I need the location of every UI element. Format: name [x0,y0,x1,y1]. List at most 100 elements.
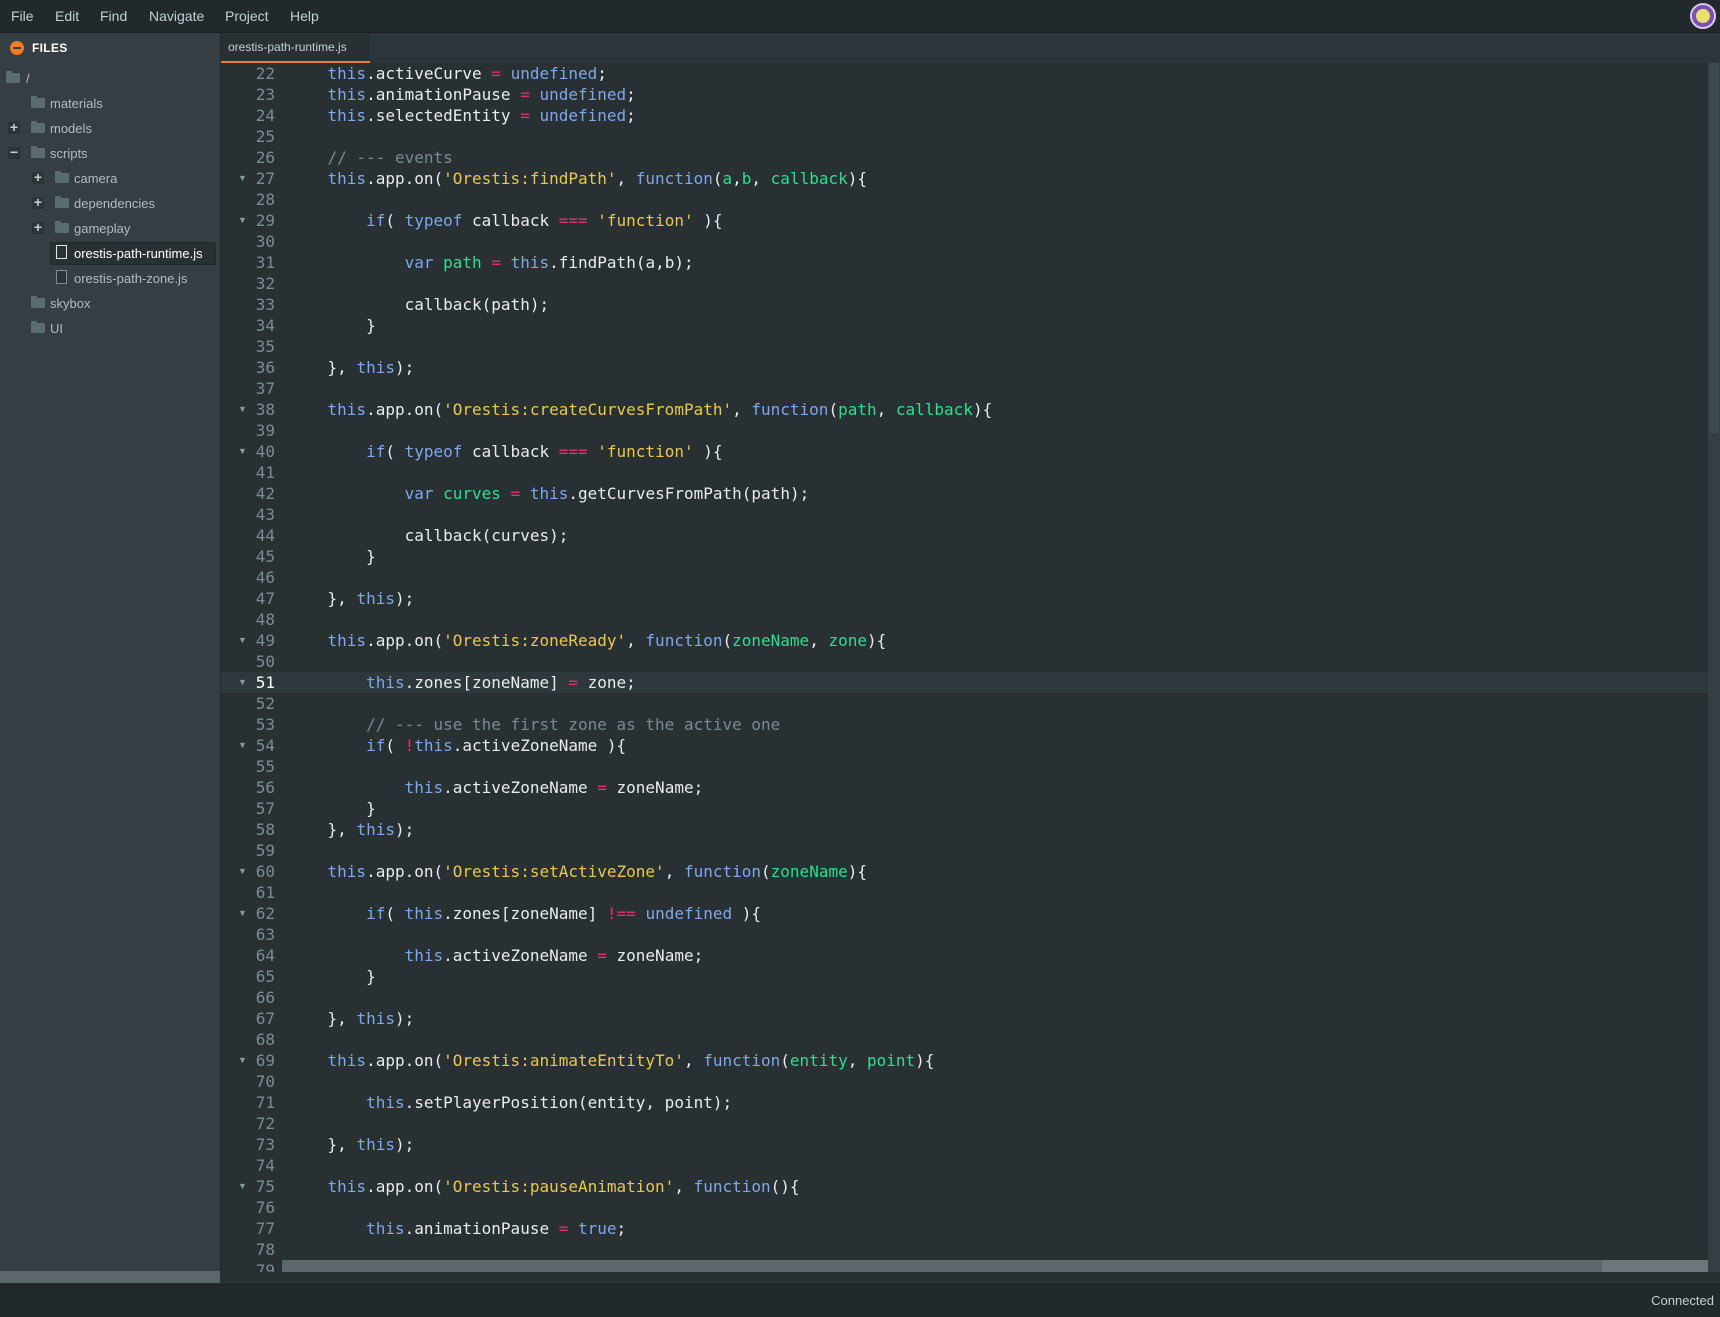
code-line[interactable]: 46 [221,567,1708,588]
fold-arrow-icon[interactable]: ▼ [238,399,247,420]
code-line[interactable]: 57 } [221,798,1708,819]
code-line[interactable]: 39 [221,420,1708,441]
code-line[interactable]: 65 } [221,966,1708,987]
code-line[interactable]: 34 } [221,315,1708,336]
code-line[interactable]: ▼ 51 this.zones[zoneName] = zone; [221,672,1708,693]
code-line[interactable]: 59 [221,840,1708,861]
code-line[interactable]: 55 [221,756,1708,777]
code-editor[interactable]: 22 this.activeCurve = undefined; 23 this.… [221,63,1720,1272]
code-line[interactable]: 66 [221,987,1708,1008]
code-line[interactable]: 30 [221,231,1708,252]
expand-icon[interactable]: + [32,170,44,184]
collapse-panel-icon[interactable] [10,41,24,55]
code-line[interactable]: 26 // --- events [221,147,1708,168]
code-line[interactable]: 74 [221,1155,1708,1176]
code-line[interactable]: 67 }, this); [221,1008,1708,1029]
code-line[interactable]: 43 [221,504,1708,525]
menu-project[interactable]: Project [225,0,269,32]
vertical-scrollbar-thumb[interactable] [1709,63,1719,433]
code-line[interactable]: 23 this.animationPause = undefined; [221,84,1708,105]
tree-item-ui[interactable]: UI [0,316,220,341]
code-line[interactable]: 78 [221,1239,1708,1260]
tree-item-scripts[interactable]: − scripts [0,141,220,166]
fold-arrow-icon[interactable]: ▼ [238,672,247,693]
horizontal-scrollbar-thumb[interactable] [1602,1260,1708,1272]
code-line[interactable]: ▼ 62 if( this.zones[zoneName] !== undefin… [221,903,1708,924]
expand-icon[interactable]: + [8,120,20,134]
code-line[interactable]: 70 [221,1071,1708,1092]
menu-navigate[interactable]: Navigate [149,0,204,32]
code-line[interactable]: 63 [221,924,1708,945]
tree-item-gameplay[interactable]: + gameplay [0,216,220,241]
code-line[interactable]: ▼ 54 if( !this.activeZoneName ){ [221,735,1708,756]
tree-item-camera[interactable]: + camera [0,166,220,191]
code-line[interactable]: 44 callback(curves); [221,525,1708,546]
code-line[interactable]: 33 callback(path); [221,294,1708,315]
code-line[interactable]: 64 this.activeZoneName = zoneName; [221,945,1708,966]
code-line[interactable]: 56 this.activeZoneName = zoneName; [221,777,1708,798]
code-line[interactable]: 53 // --- use the first zone as the acti… [221,714,1708,735]
code-line[interactable]: ▼ 60 this.app.on('Orestis:setActiveZone',… [221,861,1708,882]
tree-item-root[interactable]: / [0,66,220,91]
menu-help[interactable]: Help [290,0,319,32]
code-line[interactable]: ▼ 29 if( typeof callback === 'function' )… [221,210,1708,231]
code-line[interactable]: 77 this.animationPause = true; [221,1218,1708,1239]
fold-arrow-icon[interactable]: ▼ [238,903,247,924]
fold-arrow-icon[interactable]: ▼ [238,441,247,462]
code-line[interactable]: 22 this.activeCurve = undefined; [221,63,1708,84]
expand-icon[interactable]: + [32,195,44,209]
code-line[interactable]: 73 }, this); [221,1134,1708,1155]
fold-arrow-icon[interactable]: ▼ [238,168,247,189]
tree-item-models[interactable]: + models [0,116,220,141]
line-number: 53 [255,715,275,734]
code-line[interactable]: 76 [221,1197,1708,1218]
fold-arrow-icon[interactable]: ▼ [238,1050,247,1071]
fold-arrow-icon[interactable]: ▼ [238,861,247,882]
fold-arrow-icon[interactable]: ▼ [238,1176,247,1197]
code-line[interactable]: 71 this.setPlayerPosition(entity, point)… [221,1092,1708,1113]
code-line[interactable]: 72 [221,1113,1708,1134]
fold-arrow-icon[interactable]: ▼ [238,735,247,756]
code-line[interactable]: ▼ 49 this.app.on('Orestis:zoneReady', fun… [221,630,1708,651]
collapse-icon[interactable]: − [8,145,20,159]
fold-arrow-icon[interactable]: ▼ [238,630,247,651]
code-line[interactable]: 58 }, this); [221,819,1708,840]
code-line[interactable]: 47 }, this); [221,588,1708,609]
tree-item-skybox[interactable]: skybox [0,291,220,316]
code-line[interactable]: 24 this.selectedEntity = undefined; [221,105,1708,126]
code-line[interactable]: 45 } [221,546,1708,567]
code-line[interactable]: 31 var path = this.findPath(a,b); [221,252,1708,273]
fold-arrow-icon[interactable]: ▼ [238,210,247,231]
code-line[interactable]: 42 var curves = this.getCurvesFromPath(p… [221,483,1708,504]
code-line[interactable]: 35 [221,336,1708,357]
user-avatar[interactable] [1690,3,1716,29]
code-line[interactable]: ▼ 38 this.app.on('Orestis:createCurvesFro… [221,399,1708,420]
code-line[interactable]: ▼ 75 this.app.on('Orestis:pauseAnimation'… [221,1176,1708,1197]
code-line[interactable]: 50 [221,651,1708,672]
code-line[interactable]: 37 [221,378,1708,399]
code-line[interactable]: ▼ 27 this.app.on('Orestis:findPath', func… [221,168,1708,189]
tree-item-orestis-path-runtime-js[interactable]: orestis-path-runtime.js [0,241,220,266]
code-line[interactable]: ▼ 69 this.app.on('Orestis:animateEntityTo… [221,1050,1708,1071]
tree-item-orestis-path-zone-js[interactable]: orestis-path-zone.js [0,266,220,291]
tree-item-dependencies[interactable]: + dependencies [0,191,220,216]
menu-find[interactable]: Find [100,0,127,32]
code-line[interactable]: ▼ 40 if( typeof callback === 'function' )… [221,441,1708,462]
code-line[interactable]: 48 [221,609,1708,630]
sidebar-horizontal-scrollbar[interactable] [0,1271,220,1283]
code-line[interactable]: 36 }, this); [221,357,1708,378]
menu-edit[interactable]: Edit [55,0,79,32]
code-line[interactable]: 61 [221,882,1708,903]
code-line[interactable]: 52 [221,693,1708,714]
horizontal-scrollbar[interactable] [282,1260,1708,1272]
tab-orestis-path-runtime[interactable]: orestis-path-runtime.js [221,33,370,63]
code-line[interactable]: 41 [221,462,1708,483]
line-number: 47 [255,589,275,608]
code-line[interactable]: 25 [221,126,1708,147]
code-line[interactable]: 28 [221,189,1708,210]
expand-icon[interactable]: + [32,220,44,234]
tree-item-materials[interactable]: materials [0,91,220,116]
code-line[interactable]: 68 [221,1029,1708,1050]
code-line[interactable]: 32 [221,273,1708,294]
menu-file[interactable]: File [11,0,34,32]
